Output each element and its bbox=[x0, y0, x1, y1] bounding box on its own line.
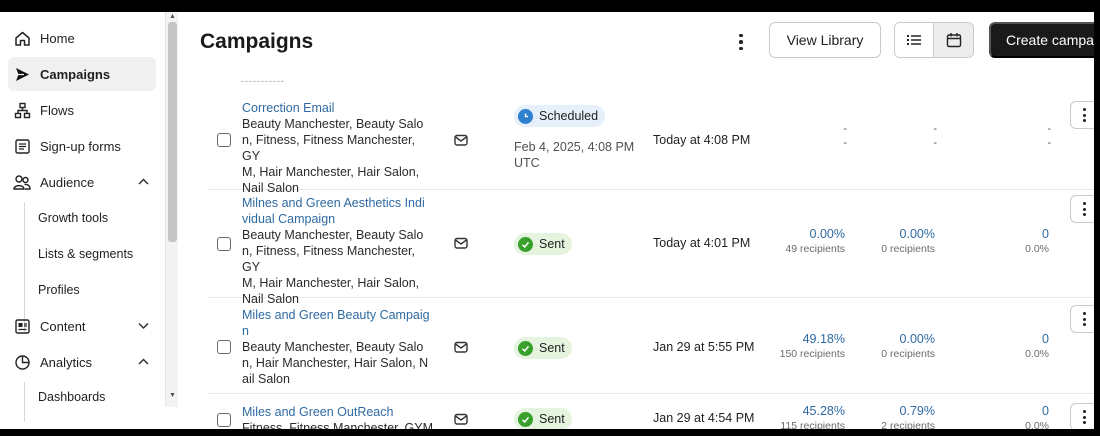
list-view-icon[interactable] bbox=[895, 23, 935, 57]
status-badge: Scheduled bbox=[514, 105, 606, 127]
row-menu-button[interactable] bbox=[1070, 101, 1094, 129]
sidebar-item-home[interactable]: Home bbox=[8, 21, 156, 55]
pie-chart-icon bbox=[10, 354, 34, 371]
sidebar-item-label: Audience bbox=[40, 174, 95, 190]
campaign-audience: Beauty Manchester, Beauty Salo n, Fitnes… bbox=[242, 228, 424, 306]
sidebar-subitem-lists-segments[interactable]: Lists & segments bbox=[38, 244, 133, 264]
calendar-icon[interactable] bbox=[934, 23, 973, 57]
sidebar-item-analytics[interactable]: Analytics bbox=[8, 345, 156, 379]
row-checkbox[interactable] bbox=[217, 340, 231, 354]
conversion-cell: 0 0.0% bbox=[1025, 332, 1049, 360]
sidebar-item-audience[interactable]: Audience bbox=[8, 165, 156, 199]
create-campaign-button[interactable]: Create campaign bbox=[989, 22, 1094, 58]
sidebar-scrollbar[interactable]: ▲ ▼ bbox=[165, 12, 178, 407]
status-badge: Sent bbox=[514, 337, 572, 359]
email-icon bbox=[453, 411, 469, 427]
sidebar-item-campaigns[interactable]: Campaigns bbox=[8, 57, 156, 91]
more-options-icon[interactable] bbox=[731, 32, 751, 52]
status-label: Scheduled bbox=[539, 109, 599, 123]
status-badge: Sent bbox=[514, 233, 572, 255]
sidebar-item-label: Analytics bbox=[40, 354, 93, 370]
sidebar-item-label: Home bbox=[40, 30, 75, 46]
sidebar-subitem-growth-tools[interactable]: Growth tools bbox=[38, 208, 108, 228]
sidebar-item-label: Content bbox=[40, 318, 86, 334]
sidebar-item-flows[interactable]: Flows bbox=[8, 93, 156, 127]
row-checkbox[interactable] bbox=[217, 413, 231, 427]
open-rate-dash: -- bbox=[843, 123, 847, 149]
campaign-name-link[interactable]: Miles and Green Beauty Campaig n bbox=[242, 307, 432, 339]
send-icon bbox=[10, 66, 34, 83]
check-icon bbox=[518, 340, 533, 356]
scroll-down-icon[interactable]: ▼ bbox=[169, 392, 176, 399]
campaign-audience: Fitness, Fitness Manchester, GYM bbox=[242, 421, 434, 429]
conversion-dash: -- bbox=[1047, 123, 1051, 149]
campaign-audience: Beauty Manchester, Beauty Salo n, Fitnes… bbox=[242, 117, 424, 195]
table-row[interactable]: Miles and Green OutReach Fitness, Fitnes… bbox=[207, 394, 1094, 429]
app-window: Home Campaigns Flows Sign-up forms Audie… bbox=[0, 12, 1094, 429]
table-row[interactable]: Correction Email Beauty Manchester, Beau… bbox=[207, 84, 1094, 195]
sidebar-item-label: Sign-up forms bbox=[40, 138, 121, 154]
sidebar-item-label: Flows bbox=[40, 102, 74, 118]
scroll-up-icon[interactable]: ▲ bbox=[169, 13, 176, 20]
people-icon bbox=[10, 174, 34, 191]
row-menu-button[interactable] bbox=[1070, 305, 1094, 333]
row-checkbox[interactable] bbox=[217, 237, 231, 251]
table-row[interactable]: Miles and Green Beauty Campaig n Beauty … bbox=[207, 298, 1094, 394]
content-icon bbox=[10, 318, 34, 335]
email-icon bbox=[453, 132, 469, 148]
conversion-cell: 0 0.0% bbox=[1025, 404, 1049, 429]
email-icon bbox=[453, 235, 469, 251]
campaign-name-link[interactable]: Milnes and Green Aesthetics Indi vidual … bbox=[242, 195, 432, 227]
view-library-button[interactable]: View Library bbox=[769, 22, 881, 58]
check-icon bbox=[518, 411, 533, 427]
campaign-audience: Beauty Manchester, Beauty Salo n, Hair M… bbox=[242, 340, 429, 386]
page-title: Campaigns bbox=[200, 30, 314, 53]
flows-icon bbox=[10, 102, 34, 119]
status-label: Sent bbox=[539, 412, 565, 426]
clock-icon bbox=[518, 108, 533, 124]
click-rate-cell: 0.00% 0 recipients bbox=[881, 227, 935, 255]
submenu-line bbox=[24, 382, 25, 422]
click-rate-cell: 0.00% 0 recipients bbox=[881, 332, 935, 360]
campaign-name-link[interactable]: Correction Email bbox=[242, 100, 432, 116]
view-toggle bbox=[894, 22, 974, 58]
campaign-table: ----------- Correction Email Beauty Manc… bbox=[207, 72, 1094, 429]
sidebar-item-label: Campaigns bbox=[40, 66, 111, 82]
row-menu-button[interactable] bbox=[1070, 195, 1094, 223]
sidebar-subitem-profiles[interactable]: Profiles bbox=[38, 280, 80, 300]
check-icon bbox=[518, 236, 533, 252]
form-icon bbox=[10, 138, 34, 155]
click-rate-dash: -- bbox=[933, 123, 937, 149]
send-time: Today at 4:08 PM bbox=[653, 133, 751, 147]
page-header: Campaigns View Library Create campaign bbox=[178, 12, 1094, 72]
chevron-down-icon bbox=[137, 319, 150, 335]
campaign-name-link[interactable]: Miles and Green OutReach bbox=[242, 404, 432, 420]
scheduled-date: Feb 4, 2025, 4:08 PM UTC bbox=[514, 140, 635, 170]
email-icon bbox=[453, 339, 469, 355]
chevron-up-icon bbox=[137, 175, 150, 191]
home-icon bbox=[10, 30, 34, 47]
conversion-cell: 0 0.0% bbox=[1025, 227, 1049, 255]
click-rate-cell: 0.79% 2 recipients bbox=[881, 404, 935, 429]
sidebar-subitem-dashboards[interactable]: Dashboards bbox=[38, 387, 105, 407]
row-menu-button[interactable] bbox=[1070, 403, 1094, 429]
status-label: Sent bbox=[539, 237, 565, 251]
chevron-up-icon bbox=[137, 355, 150, 371]
sidebar: Home Campaigns Flows Sign-up forms Audie… bbox=[0, 12, 165, 429]
table-row[interactable]: Milnes and Green Aesthetics Indi vidual … bbox=[207, 190, 1094, 306]
status-label: Sent bbox=[539, 341, 565, 355]
sidebar-item-content[interactable]: Content bbox=[8, 309, 156, 343]
scrollbar-thumb[interactable] bbox=[168, 22, 177, 242]
row-checkbox[interactable] bbox=[217, 133, 231, 147]
sidebar-item-signup-forms[interactable]: Sign-up forms bbox=[8, 129, 156, 163]
status-badge: Sent bbox=[514, 408, 572, 429]
